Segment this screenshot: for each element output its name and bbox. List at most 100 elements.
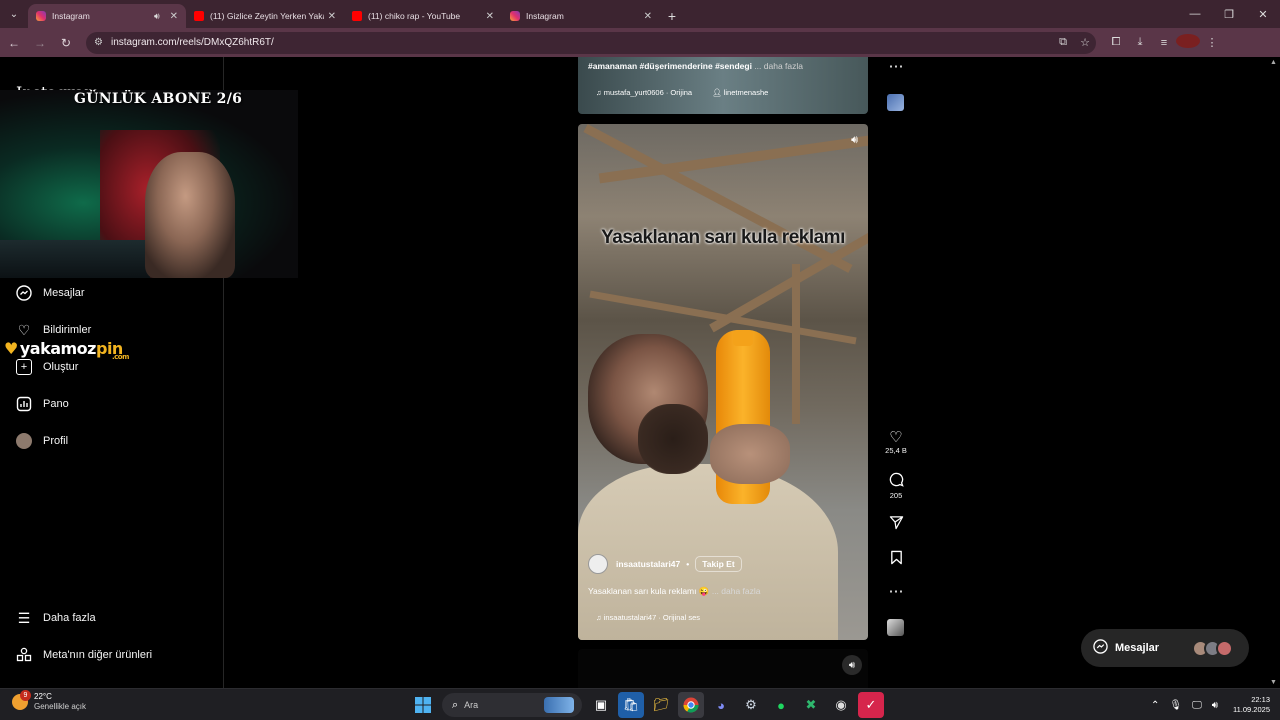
pocket-icon[interactable]: ✓	[858, 692, 884, 718]
speaker-icon[interactable]: 🔊︎	[842, 655, 862, 675]
more-options-icon[interactable]: ⋯	[884, 584, 908, 600]
follow-button[interactable]: Takip Et	[695, 556, 742, 572]
sidebar-item-messages[interactable]: Mesajlar	[16, 285, 85, 301]
webcam-desk	[0, 240, 150, 278]
messenger-icon	[16, 285, 32, 301]
new-tab-button[interactable]: +	[660, 4, 684, 28]
chevron-up-icon[interactable]: ⌃	[1151, 700, 1159, 711]
xbox-icon[interactable]: ✖	[798, 692, 824, 718]
discord-icon[interactable]: ◕	[708, 692, 734, 718]
profile-avatar-icon[interactable]	[1176, 34, 1200, 48]
more-link[interactable]: ... daha fazla	[754, 61, 803, 71]
speaker-icon[interactable]: 🔊︎	[851, 134, 858, 147]
tab-youtube-2[interactable]: (11) chiko rap - YouTube ✕	[344, 4, 502, 28]
spotify-icon[interactable]: ●	[768, 692, 794, 718]
steam-icon[interactable]: ⚙	[738, 692, 764, 718]
tab-search-button[interactable]: ⌄	[0, 0, 28, 28]
author-username[interactable]: insaatustalari47	[616, 559, 680, 569]
close-tab-icon[interactable]: ✕	[486, 11, 494, 22]
audio-attribution[interactable]: ♫ mustafa_yurt0606 · Orijina	[596, 88, 692, 97]
page-scrollbar[interactable]: ▲ ▼	[1268, 57, 1280, 688]
weather-widget[interactable]: 9 22°C Genellikle açık	[12, 690, 87, 712]
volume-icon[interactable]: 🔊︎	[1212, 700, 1218, 711]
sidebar-item-label: Oluştur	[43, 361, 79, 373]
sidebar-item-label: Profil	[43, 435, 69, 447]
sidebar-item-notifications[interactable]: ♡ Bildirimler	[16, 322, 92, 338]
bookmark-star-icon[interactable]: ☆	[1074, 36, 1096, 49]
restore-icon[interactable]: ❐	[1212, 0, 1246, 28]
bookmark-icon	[890, 550, 903, 569]
tab-youtube-1[interactable]: (11) Gizlice Zeytin Yerken Yakal... ✕	[186, 4, 344, 28]
temperature: 22°C	[34, 692, 52, 701]
chrome-icon[interactable]	[678, 692, 704, 718]
file-explorer-icon[interactable]: 📁︎	[648, 692, 674, 718]
media-control-icon[interactable]: ≡	[1152, 37, 1176, 49]
like-button[interactable]: ♡ 25,4 B	[884, 430, 908, 456]
reel-audio[interactable]: ♫ insaatustalari47 · Orijinal ses	[596, 613, 700, 622]
tab-title: Instagram	[52, 11, 90, 21]
scroll-up-icon[interactable]: ▲	[1270, 59, 1277, 66]
task-view-icon[interactable]: ▣	[588, 692, 614, 718]
audio-thumbnail[interactable]	[887, 619, 904, 636]
microphone-icon[interactable]: 🎙︎	[1169, 700, 1182, 711]
sidebar-item-more[interactable]: ☰ Daha fazla	[16, 610, 96, 626]
tagged-user[interactable]: 👤︎ linetmenashe	[712, 88, 768, 97]
previous-reel[interactable]: #amanaman #düşerimenderine #sendegi ... …	[578, 57, 868, 114]
search-placeholder: Ara	[464, 700, 479, 710]
close-window-icon[interactable]: ✕	[1246, 0, 1280, 28]
site-info-icon[interactable]: ⚙	[94, 37, 103, 48]
clock-date: 11.09.2025	[1233, 705, 1270, 714]
reel-video[interactable]: Yasaklanan sarı kula reklamı 🔊︎ insaatus…	[578, 124, 868, 640]
search-icon: ⌕	[452, 698, 459, 711]
prev-audio-thumbnail[interactable]	[887, 94, 904, 111]
share-button[interactable]	[884, 515, 908, 534]
sidebar-item-meta-products[interactable]: Meta'nın diğer ürünleri	[16, 647, 152, 663]
windows-start-icon[interactable]	[410, 692, 436, 718]
watermark-mark-icon: ♥	[4, 339, 18, 358]
weather-condition: Genellikle açık	[34, 702, 87, 711]
store-icon[interactable]: 🛍︎	[618, 692, 644, 718]
sidebar-item-create[interactable]: + Oluştur	[16, 359, 78, 375]
obs-icon[interactable]: ◉	[828, 692, 854, 718]
next-reel[interactable]: 🔊︎	[578, 649, 868, 688]
comment-button[interactable]: 205	[884, 472, 908, 500]
webcam-overlay-title: GÜNLÜK ABONE 2/6	[74, 91, 243, 107]
download-icon[interactable]: ⤓	[1128, 36, 1152, 49]
reel-headline: Yasaklanan sarı kula reklamı	[601, 227, 845, 248]
system-tray: ⌃ 🎙︎ 🖵︎ 🔊︎ 22:13 11.09.2025	[1146, 692, 1270, 718]
reload-icon[interactable]: ↻	[54, 31, 78, 55]
close-tab-icon[interactable]: ✕	[328, 11, 336, 22]
address-bar[interactable]: ⚙ instagram.com/reels/DMxQZ6htR6T/ ⧉ ☆	[86, 31, 1096, 54]
author-avatar[interactable]	[588, 554, 608, 574]
roof-post	[792, 264, 800, 424]
tab-instagram-2[interactable]: Instagram ✕	[502, 4, 660, 28]
display-icon[interactable]: 🖵︎	[1192, 700, 1202, 711]
more-link[interactable]: ... daha fazla	[712, 586, 761, 596]
toolbar-actions: ⧠ ⤓ ≡ ⋮	[1104, 34, 1224, 51]
install-app-icon[interactable]: ⧉	[1052, 36, 1074, 49]
sidebar-item-label: Meta'nın diğer ürünleri	[43, 649, 153, 661]
prev-more-icon[interactable]: ⋯	[884, 59, 908, 75]
clock[interactable]: 22:13 11.09.2025	[1233, 695, 1270, 715]
messages-pill[interactable]: Mesajlar	[1081, 629, 1249, 667]
hamburger-icon: ☰	[17, 609, 31, 626]
sidebar-item-dashboard[interactable]: Pano	[16, 396, 69, 412]
minimize-icon[interactable]: —	[1178, 0, 1212, 28]
grid-icon	[16, 647, 32, 663]
save-button[interactable]	[884, 550, 908, 569]
close-tab-icon[interactable]: ✕	[644, 11, 652, 22]
sidebar-item-profile[interactable]: Profil	[16, 433, 68, 449]
close-tab-icon[interactable]: ✕	[170, 11, 178, 22]
youtube-icon	[194, 11, 204, 21]
back-icon[interactable]: ←	[2, 31, 26, 55]
scroll-down-icon[interactable]: ▼	[1270, 679, 1277, 686]
taskbar-search[interactable]: ⌕ Ara	[442, 693, 582, 717]
speaker-icon[interactable]: 🔊︎	[154, 11, 160, 22]
kebab-menu-icon[interactable]: ⋮	[1200, 36, 1224, 49]
instagram-icon	[36, 11, 46, 21]
man-hand	[710, 424, 790, 484]
forward-icon[interactable]: →	[28, 31, 52, 55]
extensions-icon[interactable]: ⧠	[1104, 36, 1128, 49]
tab-instagram-active[interactable]: Instagram 🔊︎ ✕	[28, 4, 186, 28]
tab-strip: ⌄ Instagram 🔊︎ ✕ (11) Gizlice Zeytin Yer…	[0, 0, 1280, 28]
